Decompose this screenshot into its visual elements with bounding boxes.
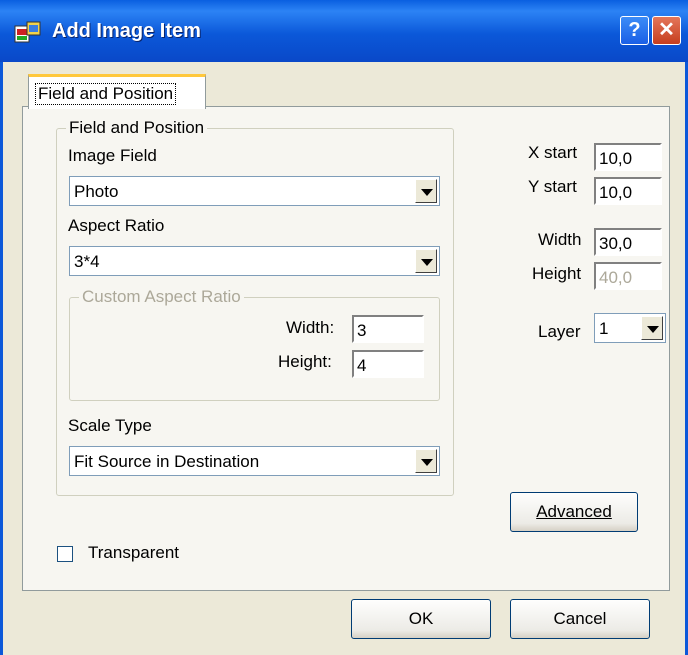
- custom-aspect-ratio-group-title: Custom Aspect Ratio: [79, 287, 244, 307]
- help-button[interactable]: ?: [620, 16, 649, 45]
- tab-field-and-position[interactable]: Field and Position: [28, 74, 206, 109]
- cancel-button[interactable]: Cancel: [510, 599, 650, 639]
- custom-height-label: Height:: [278, 352, 332, 371]
- x-start-label: X start: [528, 143, 578, 162]
- advanced-button[interactable]: Advanced: [510, 492, 638, 532]
- custom-width-field[interactable]: 3: [352, 315, 424, 343]
- x-start-field[interactable]: 10,0: [594, 143, 662, 171]
- width-label: Width: [538, 230, 582, 249]
- height-value: 40,0: [599, 268, 633, 287]
- chevron-down-icon[interactable]: [415, 249, 437, 273]
- transparent-checkbox[interactable]: [57, 546, 73, 562]
- transparent-label: Transparent: [88, 543, 180, 562]
- scale-type-value: Fit Source in Destination: [74, 452, 260, 471]
- x-start-value: 10,0: [599, 149, 633, 168]
- aspect-ratio-value: 3*4: [74, 252, 100, 271]
- custom-height-field[interactable]: 4: [352, 350, 424, 378]
- aspect-ratio-select[interactable]: 3*4: [69, 246, 440, 276]
- width-value: 30,0: [599, 234, 633, 253]
- layer-value: 1: [599, 319, 609, 338]
- y-start-field[interactable]: 10,0: [594, 177, 662, 205]
- chevron-down-icon[interactable]: [415, 179, 437, 203]
- layer-select[interactable]: 1: [594, 313, 666, 343]
- image-item-icon: [14, 21, 41, 43]
- custom-width-label: Width:: [286, 318, 335, 337]
- width-field[interactable]: 30,0: [594, 228, 662, 256]
- aspect-ratio-label: Aspect Ratio: [68, 216, 165, 235]
- custom-aspect-ratio-group: [69, 297, 440, 401]
- window-title: Add Image Item: [52, 20, 201, 42]
- scale-type-select[interactable]: Fit Source in Destination: [69, 446, 440, 476]
- chevron-down-icon[interactable]: [415, 449, 437, 473]
- custom-height-value: 4: [357, 356, 367, 375]
- chevron-down-icon[interactable]: [641, 316, 663, 340]
- y-start-label: Y start: [528, 177, 577, 196]
- scale-type-label: Scale Type: [68, 416, 152, 435]
- image-field-value: Photo: [74, 182, 119, 201]
- height-field: 40,0: [594, 262, 662, 290]
- image-field-label: Image Field: [68, 146, 157, 165]
- custom-width-value: 3: [357, 321, 367, 340]
- image-field-select[interactable]: Photo: [69, 176, 440, 206]
- height-label: Height: [532, 264, 582, 283]
- field-and-position-group-title: Field and Position: [66, 118, 208, 138]
- tab-label: Field and Position: [35, 83, 177, 105]
- close-button[interactable]: ✕: [652, 16, 681, 45]
- layer-label: Layer: [538, 322, 581, 341]
- y-start-value: 10,0: [599, 183, 633, 202]
- ok-button[interactable]: OK: [351, 599, 491, 639]
